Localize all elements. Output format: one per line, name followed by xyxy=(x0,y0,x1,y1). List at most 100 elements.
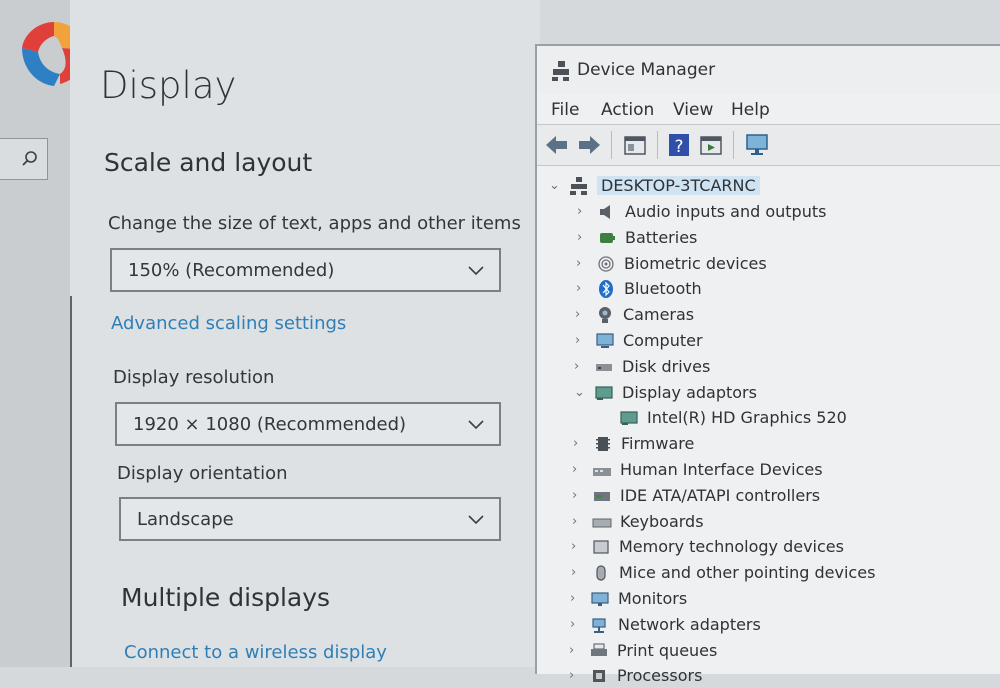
tree-category-item[interactable]: › Computer xyxy=(575,331,955,353)
keyboard-icon xyxy=(592,518,612,528)
chevron-down-icon[interactable]: ⌄ xyxy=(574,385,585,400)
computer-tree-icon xyxy=(570,177,587,195)
chevron-right-icon[interactable]: › xyxy=(569,668,574,683)
tree-category-item[interactable]: › Mice and other pointing devices xyxy=(571,563,951,585)
page-title: Display xyxy=(100,64,237,107)
scale-section-title: Scale and layout xyxy=(104,148,313,177)
menu-action[interactable]: Action xyxy=(601,100,654,120)
help-icon[interactable]: ? xyxy=(665,131,693,159)
tree-category-item[interactable]: › Disk drives xyxy=(574,357,954,379)
computer-icon xyxy=(596,333,614,348)
back-arrow-icon[interactable] xyxy=(543,131,571,159)
menu-view[interactable]: View xyxy=(673,100,713,120)
scrollbar[interactable] xyxy=(70,296,72,667)
orientation-value: Landscape xyxy=(137,509,234,530)
tree-category-item[interactable]: › Audio inputs and outputs xyxy=(577,202,957,224)
search-icon xyxy=(22,151,37,166)
settings-sidebar xyxy=(0,0,70,667)
tree-category-item[interactable]: › Print queues xyxy=(569,641,949,663)
chevron-down-icon[interactable]: ⌄ xyxy=(549,178,560,193)
svg-text:?: ? xyxy=(674,137,683,157)
tree-category-item[interactable]: › Bluetooth xyxy=(576,279,956,301)
tree-item-label: Display adaptors xyxy=(622,382,757,402)
chevron-right-icon[interactable]: › xyxy=(569,643,574,658)
chevron-right-icon[interactable]: › xyxy=(572,462,577,477)
scan-hardware-icon[interactable] xyxy=(743,131,771,159)
window-title: Device Manager xyxy=(577,60,716,80)
chevron-right-icon[interactable]: › xyxy=(576,281,581,296)
chevron-right-icon[interactable]: › xyxy=(573,436,578,451)
speaker-icon xyxy=(600,205,610,219)
display-adapter-icon xyxy=(595,385,613,400)
tree-item-label: Intel(R) HD Graphics 520 xyxy=(647,408,847,428)
battery-icon xyxy=(600,232,615,243)
tree-category-item[interactable]: › Processors xyxy=(569,666,949,688)
tree-child-item[interactable]: Intel(R) HD Graphics 520 xyxy=(589,408,969,430)
tree-item-label: Print queues xyxy=(617,640,718,660)
chevron-right-icon[interactable]: › xyxy=(571,539,576,554)
orientation-label: Display orientation xyxy=(117,463,288,484)
monitor-icon xyxy=(591,592,609,606)
menu-help[interactable]: Help xyxy=(731,100,770,120)
chevron-right-icon[interactable]: › xyxy=(572,514,577,529)
orientation-dropdown[interactable]: Landscape xyxy=(119,497,501,541)
camera-icon xyxy=(599,307,611,324)
wireless-display-link[interactable]: Connect to a wireless display xyxy=(124,642,387,663)
hid-icon xyxy=(593,468,611,476)
tree-item-label: Memory technology devices xyxy=(619,537,844,557)
chevron-right-icon[interactable]: › xyxy=(577,204,582,219)
memory-icon xyxy=(593,540,609,554)
tree-category-item[interactable]: › Keyboards xyxy=(572,512,952,534)
tree-item-label: Monitors xyxy=(618,589,688,608)
tree-category-item[interactable]: › Memory technology devices xyxy=(571,537,951,559)
chevron-right-icon[interactable]: › xyxy=(572,488,577,503)
tree-category-item[interactable]: › Monitors xyxy=(570,589,950,611)
toolbar-divider xyxy=(611,131,612,159)
scale-label: Change the size of text, apps and other … xyxy=(108,213,521,234)
chevron-right-icon[interactable]: › xyxy=(571,565,576,580)
tree-item-label: Firmware xyxy=(621,434,695,454)
tree-item-label: Disk drives xyxy=(622,356,711,376)
chevron-right-icon[interactable]: › xyxy=(570,591,575,606)
tree-category-item[interactable]: › IDE ATA/ATAPI controllers xyxy=(572,486,952,508)
resolution-value: 1920 × 1080 (Recommended) xyxy=(133,414,407,435)
chevron-right-icon[interactable]: › xyxy=(577,230,582,245)
chevron-right-icon[interactable]: › xyxy=(576,256,581,271)
tree-category-item[interactable]: › Cameras xyxy=(575,305,955,327)
tree-item-label: Biometric devices xyxy=(624,253,767,273)
update-driver-icon[interactable] xyxy=(697,131,725,159)
toolbar-divider xyxy=(733,131,734,159)
tree-category-item[interactable]: › Biometric devices xyxy=(576,254,956,276)
tree-item-label: Computer xyxy=(623,331,703,350)
tree-root[interactable]: ⌄ DESKTOP-3TCARNC xyxy=(549,176,760,198)
processor-icon xyxy=(593,670,605,683)
title-bar[interactable]: Device Manager xyxy=(537,46,1000,94)
chevron-right-icon[interactable]: › xyxy=(570,617,575,632)
search-box[interactable] xyxy=(0,138,48,180)
menu-file[interactable]: File xyxy=(551,100,579,120)
advanced-scaling-link[interactable]: Advanced scaling settings xyxy=(111,313,346,334)
tree-item-label: Batteries xyxy=(625,227,698,247)
chevron-right-icon[interactable]: › xyxy=(575,307,580,322)
toolbar-divider xyxy=(657,131,658,159)
scale-value: 150% (Recommended) xyxy=(128,260,335,281)
chevron-right-icon[interactable]: › xyxy=(574,359,579,374)
tree-category-item[interactable]: ⌄ Display adaptors xyxy=(574,383,954,405)
chevron-down-icon xyxy=(468,420,484,430)
bluetooth-icon xyxy=(599,280,613,299)
properties-icon[interactable] xyxy=(621,131,649,159)
forward-arrow-icon[interactable] xyxy=(575,131,603,159)
tree-item-label: Bluetooth xyxy=(624,279,702,299)
multiple-displays-title: Multiple displays xyxy=(121,583,331,612)
chevron-right-icon[interactable]: › xyxy=(575,333,580,348)
tree-item-label: Keyboards xyxy=(620,511,704,531)
network-icon xyxy=(592,618,606,633)
scale-dropdown[interactable]: 150% (Recommended) xyxy=(110,248,501,292)
resolution-dropdown[interactable]: 1920 × 1080 (Recommended) xyxy=(115,402,501,446)
tree-category-item[interactable]: › Human Interface Devices xyxy=(572,460,952,482)
tree-category-item[interactable]: › Batteries xyxy=(577,228,957,250)
tree-category-item[interactable]: › Network adapters xyxy=(570,615,950,637)
tree-category-item[interactable]: › Firmware xyxy=(573,434,953,456)
toolbar: ? xyxy=(537,124,1000,166)
tree-item-label: Network adapters xyxy=(618,614,761,634)
